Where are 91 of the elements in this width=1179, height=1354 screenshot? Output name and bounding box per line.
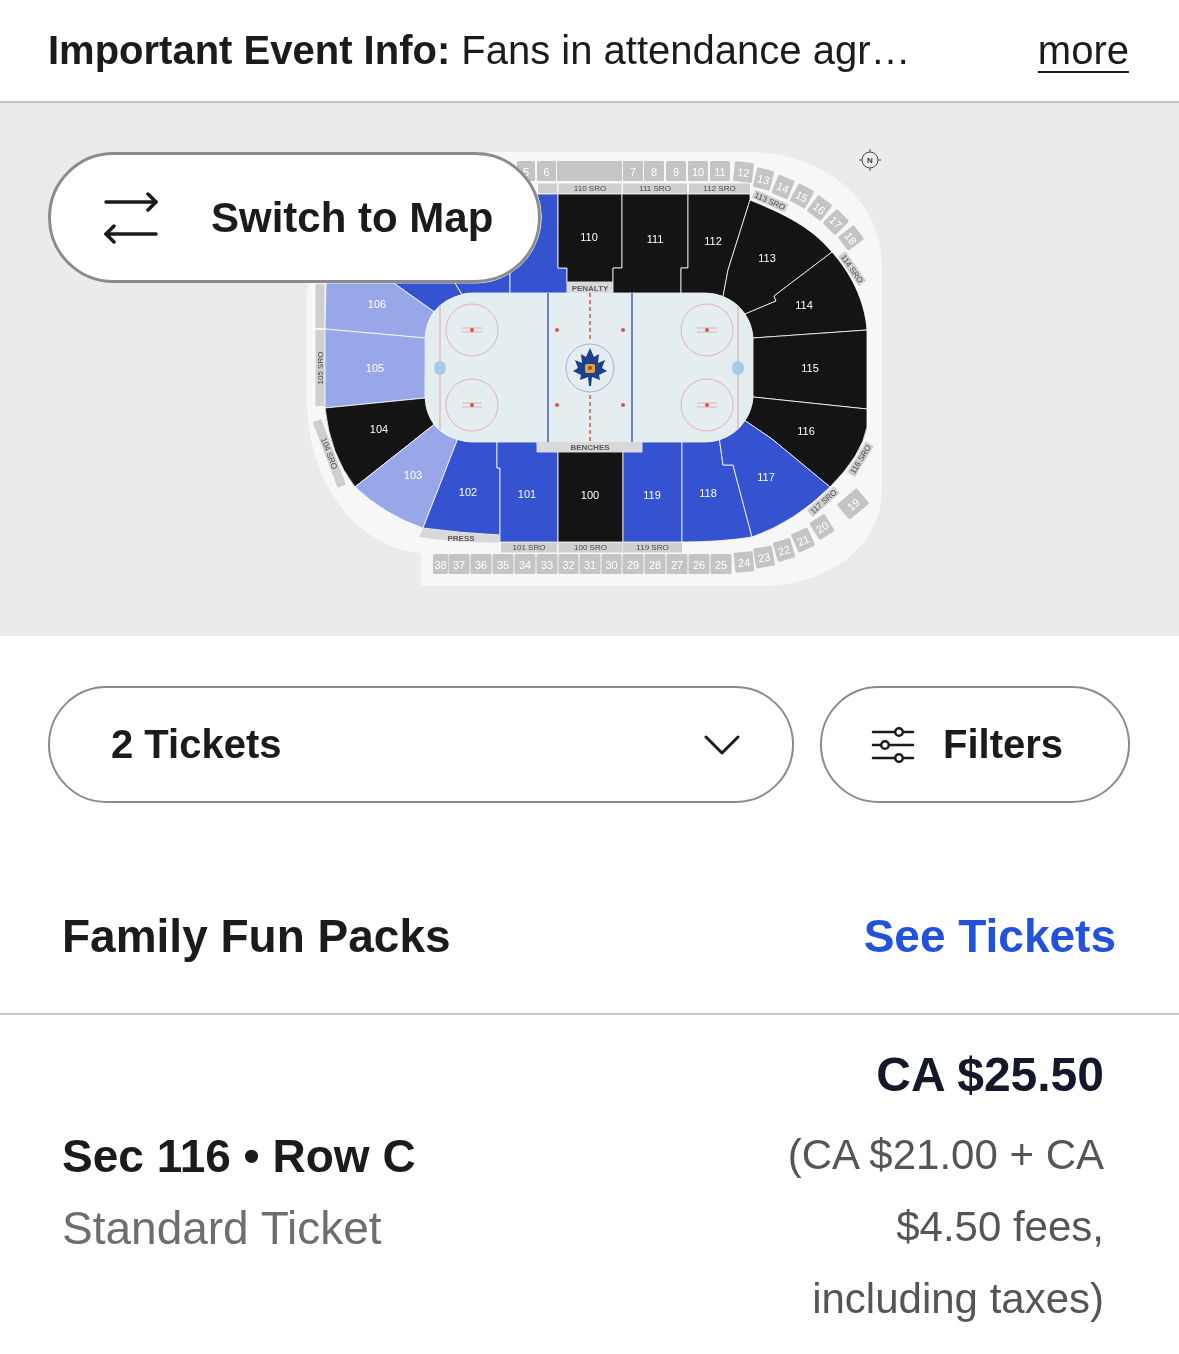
section-number: 112 — [704, 235, 722, 247]
standing-room-strip: 100 SRO — [558, 542, 623, 553]
standing-area-tile: 33 — [536, 554, 558, 574]
penalty-box: PENALTY — [567, 282, 613, 293]
faceoff-circle — [680, 303, 734, 357]
standing-area-tile: 20 — [809, 513, 835, 541]
standing-room-strip: 110 SRO — [558, 183, 622, 194]
seating-section[interactable] — [744, 251, 868, 339]
ticket-type-label: Standard Ticket — [62, 1201, 383, 1256]
standing-area-tile: 25 — [710, 554, 732, 574]
swap-arrows-icon — [104, 191, 158, 244]
standing-room-strip: 119 SRO — [623, 542, 682, 553]
standing-area-tile: 14 — [771, 174, 795, 200]
standing-room-strip: 105 SRO — [315, 330, 325, 406]
section-number: 115 — [801, 362, 819, 374]
standing-area-tile: 28 — [644, 554, 666, 574]
standing-area-tile: 11 — [710, 161, 730, 181]
standing-area-tile: 37 — [448, 554, 470, 574]
seating-section[interactable] — [752, 329, 868, 410]
standing-area-tile: 7 — [623, 161, 643, 181]
standing-area-tile: 34 — [514, 554, 536, 574]
filter-sliders-icon — [871, 726, 915, 763]
standing-room-strip: 104 SRO — [312, 419, 347, 488]
faceoff-dot — [621, 328, 625, 332]
faceoff-circle — [445, 378, 499, 432]
chevron-down-icon — [704, 734, 740, 755]
faceoff-circle — [445, 303, 499, 357]
seating-section[interactable] — [680, 193, 751, 297]
standing-area-tile: 36 — [470, 554, 492, 574]
section-number: 100 — [580, 489, 600, 501]
section-number: 103 — [403, 469, 423, 481]
standing-area-tile: 24 — [733, 551, 755, 573]
seating-section[interactable] — [744, 396, 868, 488]
seating-section[interactable] — [509, 193, 568, 294]
section-number: 102 — [458, 486, 478, 498]
section-number: 110 — [580, 231, 598, 243]
see-tickets-link[interactable]: See Tickets — [863, 896, 1116, 976]
standing-area-tile: 23 — [752, 545, 776, 569]
seating-section[interactable] — [681, 439, 753, 543]
standing-room-strip — [538, 183, 557, 194]
standing-area-tile: 35 — [492, 554, 514, 574]
standing-room-strip: 112 SRO — [689, 183, 750, 194]
faceoff-circle — [680, 378, 734, 432]
standing-area-tile: 10 — [688, 161, 708, 181]
seating-section[interactable] — [324, 328, 426, 409]
price-breakdown: (CA $21.00 + CA $4.50 fees, including taxes) — [786, 1130, 1104, 1324]
standing-area-tile: 15 — [789, 183, 815, 209]
faceoff-dot — [555, 328, 559, 332]
section-number: 104 — [369, 423, 389, 435]
standing-area-bar — [557, 161, 622, 181]
faceoff-dot — [555, 403, 559, 407]
ticket-quantity-select[interactable]: 2 Tickets — [48, 686, 794, 803]
section-number: 116 — [797, 425, 815, 437]
section-number: 114 — [795, 299, 813, 311]
standing-room-strip: 101 SRO — [501, 542, 557, 553]
section-number: 113 — [758, 252, 776, 264]
standing-area-tile: 16 — [806, 194, 833, 222]
packs-heading: Family Fun Packs — [62, 909, 451, 964]
ticket-price: CA $25.50 — [876, 1047, 1104, 1103]
standing-area-tile: 30 — [601, 554, 622, 574]
seating-section[interactable] — [354, 424, 458, 529]
seating-section[interactable] — [557, 193, 623, 283]
more-link[interactable]: more — [1037, 28, 1129, 73]
section-number: 106 — [367, 298, 387, 310]
maple-leaf-logo-icon — [565, 343, 615, 393]
section-number: 117 — [757, 471, 775, 483]
standing-area-tile: 13 — [752, 167, 775, 191]
standing-area-tile: 22 — [772, 537, 796, 563]
standing-room-strip: 111 SRO — [623, 183, 687, 194]
section-number: 105 — [365, 362, 385, 374]
faceoff-dot — [621, 403, 625, 407]
seating-section[interactable] — [557, 451, 624, 543]
press-box: PRESS — [419, 528, 500, 543]
section-number: 119 — [643, 489, 661, 501]
standing-area-tile: 19 — [836, 488, 870, 520]
section-row-label: Sec 116 • Row C — [62, 1129, 416, 1184]
standing-area-tile: 8 — [644, 161, 664, 181]
event-info-text: Important Event Info: Fans in attendance agr… — [48, 28, 911, 73]
compass-icon — [858, 148, 882, 172]
standing-area-tile: 32 — [558, 554, 579, 574]
section-number: 118 — [699, 487, 717, 499]
compass-north-label: N — [867, 156, 873, 165]
standing-area-tile: 31 — [579, 554, 601, 574]
standing-area-tile: 27 — [666, 554, 688, 574]
standing-area-tile: 18 — [837, 225, 865, 251]
standing-area-tile: 38 — [433, 554, 448, 574]
section-number: 101 — [517, 488, 537, 500]
standing-area-tile: 17 — [822, 208, 850, 236]
team-benches-box: BENCHES — [537, 442, 642, 452]
standing-room-strip — [315, 284, 325, 328]
filters-button[interactable]: Filters — [820, 686, 1130, 803]
